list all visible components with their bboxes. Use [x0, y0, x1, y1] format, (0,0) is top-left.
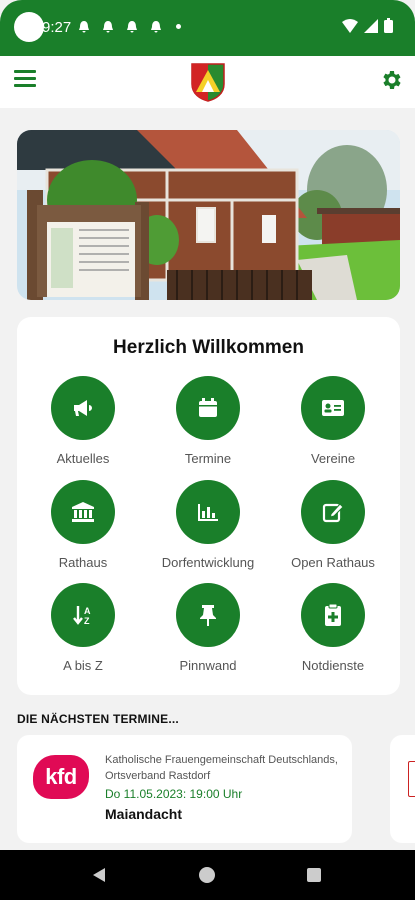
tile-aktuelles[interactable]: Aktuelles [23, 376, 143, 466]
bell-icon [126, 20, 138, 37]
coat-of-arms-logo [191, 63, 225, 102]
event-card-next[interactable] [390, 735, 415, 843]
svg-text:A: A [84, 606, 91, 616]
system-nav-bar [0, 850, 415, 900]
id-card-icon[interactable] [301, 376, 365, 440]
battery-icon [384, 18, 393, 33]
sort-az-icon[interactable]: AZ [51, 583, 115, 647]
hamburger-icon[interactable] [14, 70, 36, 92]
calendar-icon[interactable] [176, 376, 240, 440]
tile-label: Termine [184, 451, 232, 466]
events-section-title: DIE NÄCHSTEN TERMINE... [17, 712, 179, 726]
tile-label: Notdienste [301, 658, 365, 673]
event-date: Do 11.05.2023: 19:00 Uhr [105, 787, 243, 801]
welcome-card: Herzlich Willkommen Aktuelles Termine Ve… [17, 317, 400, 695]
event-card[interactable]: kfd Katholische Frauengemeinschaft Deuts… [17, 735, 352, 843]
medical-clipboard-icon[interactable] [301, 583, 365, 647]
bar-chart-icon[interactable] [176, 480, 240, 544]
tile-termine[interactable]: Termine [148, 376, 268, 466]
recent-apps-icon[interactable] [307, 868, 321, 882]
event-organizer: Katholische Frauengemeinschaft Deutschla… [105, 754, 338, 782]
tile-label: Aktuelles [56, 451, 110, 466]
more-notifications-dot [176, 24, 181, 29]
tile-rathaus[interactable]: Rathaus [23, 480, 143, 570]
hero-image [17, 130, 400, 300]
tile-label: Dorfentwicklung [161, 555, 255, 570]
megaphone-icon[interactable] [51, 376, 115, 440]
welcome-title: Herzlich Willkommen [113, 337, 304, 358]
tile-open-rathaus[interactable]: Open Rathaus [273, 480, 393, 570]
back-icon[interactable] [92, 867, 106, 883]
edit-icon[interactable] [301, 480, 365, 544]
bell-icon [78, 20, 90, 37]
event-title: Maiandacht [105, 806, 183, 822]
tile-label: A bis Z [63, 658, 103, 673]
tile-a-bis-z[interactable]: AZ A bis Z [23, 583, 143, 673]
gear-icon[interactable] [379, 68, 403, 92]
tile-label: Pinnwand [179, 658, 237, 673]
svg-text:Z: Z [84, 616, 90, 626]
camera-cutout [14, 12, 44, 42]
home-icon[interactable] [199, 867, 215, 883]
tile-vereine[interactable]: Vereine [273, 376, 393, 466]
tile-label: Vereine [310, 451, 356, 466]
tile-notdienste[interactable]: Notdienste [273, 583, 393, 673]
bell-icon [150, 20, 162, 37]
bell-icon [102, 20, 114, 37]
kfd-logo: kfd [33, 755, 89, 799]
town-hall-icon[interactable] [51, 480, 115, 544]
tile-label: Rathaus [58, 555, 108, 570]
signal-icon [364, 18, 378, 33]
app-bar [0, 56, 415, 108]
tile-dorfentwicklung[interactable]: Dorfentwicklung [148, 480, 268, 570]
tile-label: Open Rathaus [291, 555, 375, 570]
status-bar: 9:27 [0, 0, 415, 56]
status-time: 9:27 [42, 19, 72, 36]
pin-icon[interactable] [176, 583, 240, 647]
event-thumbnail [408, 761, 415, 797]
wifi-icon [342, 18, 358, 33]
tile-pinnwand[interactable]: Pinnwand [148, 583, 268, 673]
